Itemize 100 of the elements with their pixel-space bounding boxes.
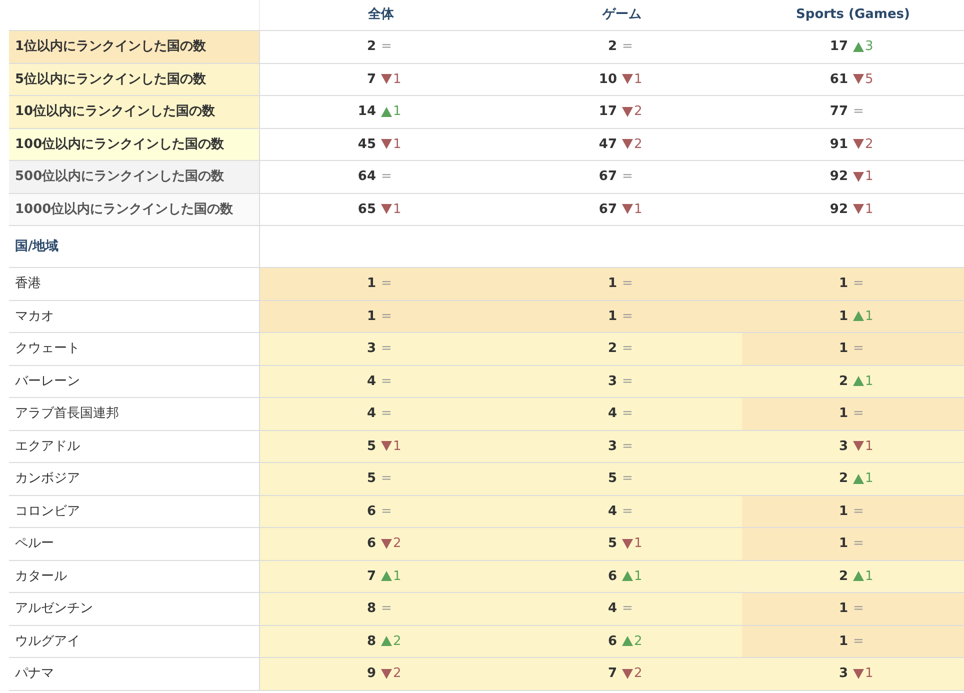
country-name: ウルグアイ <box>9 626 260 658</box>
country-name: エクアドル <box>9 430 260 463</box>
rank-value: 1 <box>838 600 849 618</box>
rank-value: 1 <box>838 308 849 326</box>
rank-change: 2 <box>393 632 402 650</box>
rank-change: 1 <box>393 438 402 456</box>
rank-change: = <box>622 340 633 358</box>
rank-change: 2 <box>865 136 874 154</box>
rank-value: 9 <box>366 665 377 683</box>
rank-change: 1 <box>865 470 874 488</box>
rank-value: 8 <box>366 600 377 618</box>
rank-value: 47 <box>598 136 618 154</box>
rank-value: 3 <box>838 438 849 456</box>
rank-value: 64 <box>356 168 377 186</box>
rank-value: 1 <box>366 275 377 293</box>
rank-change: = <box>853 275 864 293</box>
rank-value: 92 <box>828 200 849 218</box>
rank-value: 2 <box>366 38 377 56</box>
row-label: 1000位以内にランクインした国の数 <box>9 194 260 226</box>
rank-value: 17 <box>828 38 849 56</box>
rank-value: 2 <box>838 372 849 390</box>
rank-value: 3 <box>606 372 618 390</box>
rank-value: 1 <box>838 535 849 553</box>
rank-change: = <box>381 168 392 186</box>
country-name: マカオ <box>9 300 260 333</box>
rank-value: 2 <box>838 470 849 488</box>
rank-value: 7 <box>606 665 618 683</box>
rank-change: = <box>853 340 864 358</box>
rank-value: 92 <box>828 168 849 186</box>
rank-change: = <box>622 275 633 293</box>
rank-change: 3 <box>865 38 874 56</box>
rank-change: 1 <box>865 372 874 390</box>
rank-value: 5 <box>606 470 618 488</box>
rank-value: 1 <box>606 275 618 293</box>
rank-value: 7 <box>366 568 377 586</box>
rank-change: = <box>622 502 633 520</box>
row-label: 100位以内にランクインした国の数 <box>9 128 260 161</box>
row-label: 500位以内にランクインした国の数 <box>9 161 260 194</box>
rank-value: 1 <box>366 308 377 326</box>
column-header: 全体 <box>260 0 502 31</box>
rank-change: = <box>381 372 392 390</box>
rank-change: = <box>853 632 864 650</box>
rank-value: 7 <box>366 70 377 88</box>
rank-change: 2 <box>634 665 642 683</box>
rank-change: 1 <box>865 568 874 586</box>
rank-value: 17 <box>598 103 618 121</box>
rank-value: 2 <box>838 568 849 586</box>
row-label: 1位以内にランクインした国の数 <box>9 31 260 64</box>
rank-value: 1 <box>838 275 849 293</box>
rank-value: 6 <box>366 535 377 553</box>
rank-change: 1 <box>393 200 402 218</box>
country-name: カタール <box>9 560 260 593</box>
column-header: Sports (Games) <box>742 0 964 31</box>
rank-value: 8 <box>366 632 377 650</box>
rank-change: 1 <box>393 103 402 121</box>
rank-change: = <box>381 38 392 56</box>
rank-change: 2 <box>634 136 642 154</box>
row-label: 5位以内にランクインした国の数 <box>9 64 260 96</box>
rank-change: = <box>622 38 633 56</box>
rank-change: = <box>622 470 633 488</box>
rank-change: = <box>381 600 392 618</box>
rank-change: 1 <box>865 308 874 326</box>
rank-change: 1 <box>393 70 402 88</box>
section-heading: 国/地域 <box>9 226 260 268</box>
rank-value: 77 <box>828 103 849 121</box>
rank-value: 5 <box>366 470 377 488</box>
country-name: バーレーン <box>9 366 260 398</box>
rank-change: = <box>853 502 864 520</box>
rank-value: 1 <box>838 632 849 650</box>
rank-value: 1 <box>838 502 849 520</box>
rank-change: = <box>622 600 633 618</box>
rank-change: 1 <box>865 200 874 218</box>
row-label: 10位以内にランクインした国の数 <box>9 96 260 128</box>
rank-value: 1 <box>606 308 618 326</box>
rank-value: 4 <box>606 502 618 520</box>
rank-change: = <box>381 340 392 358</box>
rank-change: 1 <box>634 535 642 553</box>
rank-value: 5 <box>606 535 618 553</box>
rank-change: = <box>622 405 633 423</box>
rank-change: 1 <box>634 200 642 218</box>
rank-value: 3 <box>838 665 849 683</box>
rank-value: 3 <box>606 438 618 456</box>
rank-value: 4 <box>366 372 377 390</box>
rank-change: 1 <box>634 568 642 586</box>
rank-change: = <box>853 600 864 618</box>
rank-value: 4 <box>366 405 377 423</box>
rank-change: 1 <box>393 568 402 586</box>
rank-change: 2 <box>393 535 402 553</box>
rank-value: 61 <box>828 70 849 88</box>
rank-change: = <box>622 168 633 186</box>
rank-value: 6 <box>606 632 618 650</box>
rank-change: 2 <box>634 632 642 650</box>
country-name: コロンビア <box>9 496 260 528</box>
rank-change: 1 <box>634 70 642 88</box>
rank-value: 45 <box>356 136 377 154</box>
rank-change: = <box>622 308 633 326</box>
rank-value: 2 <box>606 340 618 358</box>
rank-value: 1 <box>838 405 849 423</box>
rank-value: 1 <box>838 340 849 358</box>
rank-value: 91 <box>828 136 849 154</box>
